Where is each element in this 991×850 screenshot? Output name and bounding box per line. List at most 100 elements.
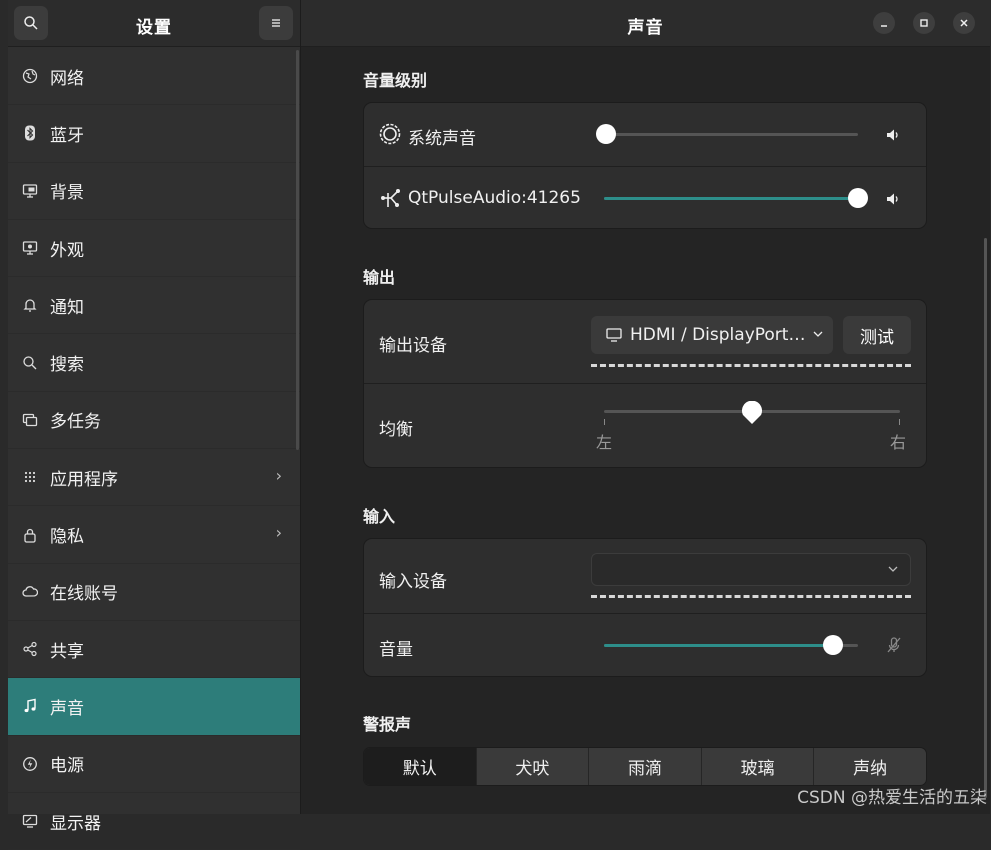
sidebar-item-label: 外观 bbox=[50, 240, 84, 261]
sidebar-item-label: 在线账号 bbox=[50, 584, 118, 605]
speaker-icon[interactable] bbox=[884, 126, 902, 144]
sidebar-item-applications[interactable]: 应用程序 › bbox=[8, 449, 300, 507]
alert-option-default[interactable]: 默认 bbox=[364, 748, 477, 785]
sidebar-scrollbar[interactable] bbox=[296, 50, 299, 450]
sidebar-item-background[interactable]: 背景 bbox=[8, 163, 300, 220]
maximize-button[interactable] bbox=[913, 12, 935, 34]
balance-right-label: 右 bbox=[890, 433, 907, 452]
output-card: 输出设备 HDMI / DisplayPort… 测试 均衡 左 右 bbox=[363, 299, 927, 468]
main-header: 声音 bbox=[301, 0, 990, 47]
slider-knob[interactable] bbox=[741, 401, 763, 425]
system-sound-icon bbox=[379, 123, 401, 145]
monitor-icon bbox=[22, 183, 38, 199]
slider-knob[interactable] bbox=[596, 124, 616, 144]
output-device-value: HDMI / DisplayPort… bbox=[630, 325, 806, 345]
system-volume-slider[interactable] bbox=[596, 124, 858, 144]
alert-option-sonar[interactable]: 声纳 bbox=[814, 748, 926, 785]
menu-button[interactable] bbox=[259, 6, 293, 40]
monitor-icon bbox=[606, 328, 622, 342]
close-icon bbox=[960, 19, 968, 27]
alert-option-drip[interactable]: 雨滴 bbox=[589, 748, 702, 785]
hamburger-icon bbox=[272, 19, 280, 27]
minimize-button[interactable] bbox=[873, 12, 895, 34]
slider-knob[interactable] bbox=[848, 188, 868, 208]
app-volume-slider[interactable] bbox=[604, 188, 868, 208]
slider-knob[interactable] bbox=[822, 635, 843, 655]
chevron-down-icon bbox=[813, 331, 823, 337]
main-scrollbar[interactable] bbox=[984, 238, 987, 798]
input-card: 输入设备 音量 bbox=[363, 538, 927, 677]
share-icon bbox=[22, 641, 38, 657]
bluetooth-icon bbox=[22, 125, 38, 141]
sidebar-item-label: 共享 bbox=[50, 641, 84, 662]
watermark: CSDN @热爱生活的五柒 bbox=[797, 788, 987, 808]
sidebar-item-power[interactable]: 电源 bbox=[8, 736, 300, 793]
sidebar-item-search[interactable]: 搜索 bbox=[8, 334, 300, 392]
chevron-right-icon: › bbox=[275, 523, 282, 543]
input-title: 输入 bbox=[363, 507, 396, 526]
alert-sound-title: 警报声 bbox=[363, 715, 412, 734]
sidebar-item-label: 显示器 bbox=[50, 813, 101, 834]
sidebar-item-label: 声音 bbox=[50, 698, 84, 719]
volume-levels-title: 音量级别 bbox=[363, 71, 428, 90]
sidebar-item-label: 蓝牙 bbox=[50, 125, 84, 146]
main-panel: 声音 音量级别 系统声音 QtPulseAudio:41265 输出 输出设备 … bbox=[300, 0, 990, 814]
maximize-icon bbox=[920, 19, 928, 27]
output-device-dropdown[interactable]: HDMI / DisplayPort… bbox=[591, 316, 833, 354]
sidebar-item-label: 背景 bbox=[50, 183, 84, 204]
sidebar-item-sharing[interactable]: 共享 bbox=[8, 621, 300, 679]
search-icon bbox=[22, 355, 38, 371]
appearance-icon bbox=[22, 240, 38, 256]
sidebar-item-displays[interactable]: 显示器 bbox=[8, 793, 300, 850]
multitask-icon bbox=[22, 412, 38, 428]
sidebar-header: 设置 bbox=[8, 0, 300, 47]
sidebar-item-label: 网络 bbox=[50, 68, 84, 89]
sidebar-item-privacy[interactable]: 隐私 › bbox=[8, 506, 300, 564]
tick-mark bbox=[899, 419, 900, 425]
balance-left-label: 左 bbox=[596, 433, 613, 452]
close-button[interactable] bbox=[953, 12, 975, 34]
sidebar-item-label: 通知 bbox=[50, 297, 84, 318]
balance-slider[interactable] bbox=[604, 401, 900, 424]
minimize-icon bbox=[881, 25, 887, 27]
sidebar-list: 网络 蓝牙 背景 外观 通知 搜索 多任务 应用程序 › 隐私 › 在线账号 共… bbox=[8, 48, 300, 850]
input-volume-label: 音量 bbox=[379, 640, 413, 660]
speaker-icon[interactable] bbox=[884, 190, 902, 208]
sidebar-title: 设置 bbox=[136, 18, 172, 38]
slider-fill bbox=[604, 197, 858, 200]
sidebar-item-notifications[interactable]: 通知 bbox=[8, 277, 300, 335]
sidebar-item-label: 电源 bbox=[50, 756, 84, 777]
focus-indicator bbox=[591, 364, 911, 367]
output-device-label: 输出设备 bbox=[379, 336, 447, 356]
input-device-dropdown[interactable] bbox=[591, 553, 911, 586]
settings-window: 设置 网络 蓝牙 背景 外观 通知 搜索 多任务 应用程序 › 隐私 › 在线账… bbox=[8, 0, 990, 850]
display-icon bbox=[22, 813, 38, 829]
sidebar-item-sound[interactable]: 声音 bbox=[8, 678, 300, 736]
sidebar-item-bluetooth[interactable]: 蓝牙 bbox=[8, 105, 300, 163]
input-volume-slider[interactable] bbox=[604, 635, 858, 655]
sidebar: 设置 网络 蓝牙 背景 外观 通知 搜索 多任务 应用程序 › 隐私 › 在线账… bbox=[8, 0, 300, 850]
input-device-label: 输入设备 bbox=[379, 572, 447, 592]
volume-levels-card: 系统声音 QtPulseAudio:41265 bbox=[363, 102, 927, 229]
focus-indicator bbox=[591, 595, 911, 598]
slider-fill bbox=[604, 644, 833, 647]
output-device-row: 输出设备 HDMI / DisplayPort… 测试 bbox=[364, 300, 926, 383]
power-icon bbox=[22, 756, 38, 772]
sidebar-item-label: 搜索 bbox=[50, 355, 84, 376]
test-button[interactable]: 测试 bbox=[843, 316, 911, 354]
sidebar-item-online-accounts[interactable]: 在线账号 bbox=[8, 564, 300, 621]
microphone-muted-icon[interactable] bbox=[885, 636, 903, 654]
sidebar-item-appearance[interactable]: 外观 bbox=[8, 220, 300, 278]
alert-option-glass[interactable]: 玻璃 bbox=[702, 748, 815, 785]
input-volume-row: 音量 bbox=[364, 614, 926, 676]
music-note-icon bbox=[22, 698, 38, 714]
volume-row-label: 系统声音 bbox=[408, 129, 476, 149]
volume-row-system: 系统声音 bbox=[364, 103, 926, 166]
alert-option-bark[interactable]: 犬吠 bbox=[477, 748, 590, 785]
sidebar-item-label: 隐私 bbox=[50, 527, 84, 548]
input-device-row: 输入设备 bbox=[364, 539, 926, 613]
sidebar-item-multitasking[interactable]: 多任务 bbox=[8, 392, 300, 450]
sidebar-item-network[interactable]: 网络 bbox=[8, 48, 300, 106]
bell-icon bbox=[22, 297, 38, 313]
tick-mark bbox=[604, 419, 605, 425]
